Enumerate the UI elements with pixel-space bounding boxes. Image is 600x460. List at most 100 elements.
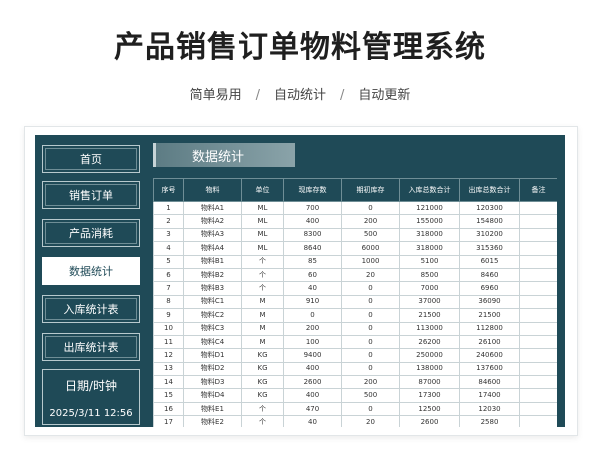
cell-opening-stock[interactable]: 6000 — [341, 241, 400, 256]
cell-index[interactable]: 8 — [153, 294, 184, 310]
cell-inbound-total[interactable]: 37000 — [399, 294, 460, 310]
cell-outbound-total[interactable]: 84600 — [459, 375, 520, 390]
cell-material[interactable]: 物料E2 — [183, 415, 242, 427]
cell-inbound-total[interactable]: 318000 — [399, 227, 460, 243]
cell-opening-stock[interactable]: 0 — [341, 308, 400, 323]
cell-inbound-total[interactable]: 12500 — [399, 401, 460, 417]
cell-remarks[interactable] — [519, 401, 557, 417]
cell-remarks[interactable] — [519, 294, 557, 310]
cell-remarks[interactable] — [519, 227, 557, 243]
cell-remarks[interactable] — [519, 267, 557, 283]
cell-inbound-total[interactable]: 26200 — [399, 334, 460, 350]
cell-outbound-total[interactable]: 6960 — [459, 281, 520, 296]
cell-remarks[interactable] — [519, 321, 557, 336]
cell-material[interactable]: 物料E1 — [183, 401, 242, 417]
cell-material[interactable]: 物料A2 — [183, 214, 242, 229]
cell-index[interactable]: 11 — [153, 334, 184, 350]
cell-current-stock[interactable]: 700 — [283, 200, 342, 216]
cell-remarks[interactable] — [519, 308, 557, 323]
cell-index[interactable]: 2 — [153, 214, 184, 229]
cell-index[interactable]: 3 — [153, 227, 184, 243]
cell-opening-stock[interactable]: 0 — [341, 361, 400, 377]
cell-index[interactable]: 12 — [153, 348, 184, 363]
nav-data-statistics-button[interactable]: 数据统计 — [42, 257, 140, 285]
cell-inbound-total[interactable]: 121000 — [399, 200, 460, 216]
cell-index[interactable]: 5 — [153, 254, 184, 269]
cell-index[interactable]: 13 — [153, 361, 184, 377]
cell-opening-stock[interactable]: 200 — [341, 375, 400, 390]
cell-index[interactable]: 9 — [153, 308, 184, 323]
cell-outbound-total[interactable]: 315360 — [459, 241, 520, 256]
cell-inbound-total[interactable]: 155000 — [399, 214, 460, 229]
cell-opening-stock[interactable]: 200 — [341, 214, 400, 229]
cell-inbound-total[interactable]: 2600 — [399, 415, 460, 427]
cell-unit[interactable]: ML — [241, 214, 284, 229]
cell-current-stock[interactable]: 910 — [283, 294, 342, 310]
cell-remarks[interactable] — [519, 388, 557, 403]
cell-unit[interactable]: 个 — [241, 415, 284, 427]
cell-outbound-total[interactable]: 17400 — [459, 388, 520, 403]
cell-material[interactable]: 物料C3 — [183, 321, 242, 336]
cell-unit[interactable]: KG — [241, 375, 284, 390]
nav-home-button[interactable]: 首页 — [42, 145, 140, 173]
cell-opening-stock[interactable]: 0 — [341, 321, 400, 336]
cell-outbound-total[interactable]: 240600 — [459, 348, 520, 363]
cell-index[interactable]: 17 — [153, 415, 184, 427]
cell-unit[interactable]: M — [241, 334, 284, 350]
cell-unit[interactable]: ML — [241, 227, 284, 243]
cell-material[interactable]: 物料D2 — [183, 361, 242, 377]
cell-current-stock[interactable]: 85 — [283, 254, 342, 269]
cell-material[interactable]: 物料D1 — [183, 348, 242, 363]
cell-opening-stock[interactable]: 20 — [341, 415, 400, 427]
cell-opening-stock[interactable]: 0 — [341, 348, 400, 363]
cell-unit[interactable]: KG — [241, 361, 284, 377]
cell-inbound-total[interactable]: 87000 — [399, 375, 460, 390]
cell-opening-stock[interactable]: 500 — [341, 227, 400, 243]
cell-outbound-total[interactable]: 26100 — [459, 334, 520, 350]
cell-unit[interactable]: ML — [241, 200, 284, 216]
cell-material[interactable]: 物料A4 — [183, 241, 242, 256]
cell-opening-stock[interactable]: 0 — [341, 281, 400, 296]
cell-current-stock[interactable]: 0 — [283, 308, 342, 323]
cell-inbound-total[interactable]: 138000 — [399, 361, 460, 377]
cell-unit[interactable]: 个 — [241, 267, 284, 283]
cell-inbound-total[interactable]: 113000 — [399, 321, 460, 336]
cell-index[interactable]: 16 — [153, 401, 184, 417]
cell-outbound-total[interactable]: 112800 — [459, 321, 520, 336]
cell-outbound-total[interactable]: 8460 — [459, 267, 520, 283]
cell-outbound-total[interactable]: 36090 — [459, 294, 520, 310]
cell-remarks[interactable] — [519, 214, 557, 229]
cell-material[interactable]: 物料D3 — [183, 375, 242, 390]
cell-remarks[interactable] — [519, 375, 557, 390]
cell-index[interactable]: 15 — [153, 388, 184, 403]
cell-material[interactable]: 物料B1 — [183, 254, 242, 269]
cell-current-stock[interactable]: 40 — [283, 415, 342, 427]
cell-opening-stock[interactable]: 0 — [341, 334, 400, 350]
cell-material[interactable]: 物料A3 — [183, 227, 242, 243]
cell-material[interactable]: 物料B3 — [183, 281, 242, 296]
cell-outbound-total[interactable]: 6015 — [459, 254, 520, 269]
cell-outbound-total[interactable]: 120300 — [459, 200, 520, 216]
cell-material[interactable]: 物料C2 — [183, 308, 242, 323]
cell-material[interactable]: 物料A1 — [183, 200, 242, 216]
cell-material[interactable]: 物料D4 — [183, 388, 242, 403]
cell-current-stock[interactable]: 8640 — [283, 241, 342, 256]
cell-current-stock[interactable]: 9400 — [283, 348, 342, 363]
cell-inbound-total[interactable]: 318000 — [399, 241, 460, 256]
cell-unit[interactable]: M — [241, 321, 284, 336]
cell-inbound-total[interactable]: 7000 — [399, 281, 460, 296]
cell-inbound-total[interactable]: 250000 — [399, 348, 460, 363]
cell-current-stock[interactable]: 200 — [283, 321, 342, 336]
cell-inbound-total[interactable]: 5100 — [399, 254, 460, 269]
cell-unit[interactable]: KG — [241, 388, 284, 403]
cell-current-stock[interactable]: 400 — [283, 361, 342, 377]
nav-sales-orders-button[interactable]: 销售订单 — [42, 181, 140, 209]
cell-outbound-total[interactable]: 310200 — [459, 227, 520, 243]
cell-remarks[interactable] — [519, 200, 557, 216]
nav-inbound-report-button[interactable]: 入库统计表 — [42, 295, 140, 323]
cell-outbound-total[interactable]: 137600 — [459, 361, 520, 377]
cell-index[interactable]: 4 — [153, 241, 184, 256]
cell-material[interactable]: 物料B2 — [183, 267, 242, 283]
cell-remarks[interactable] — [519, 415, 557, 427]
cell-current-stock[interactable]: 400 — [283, 388, 342, 403]
